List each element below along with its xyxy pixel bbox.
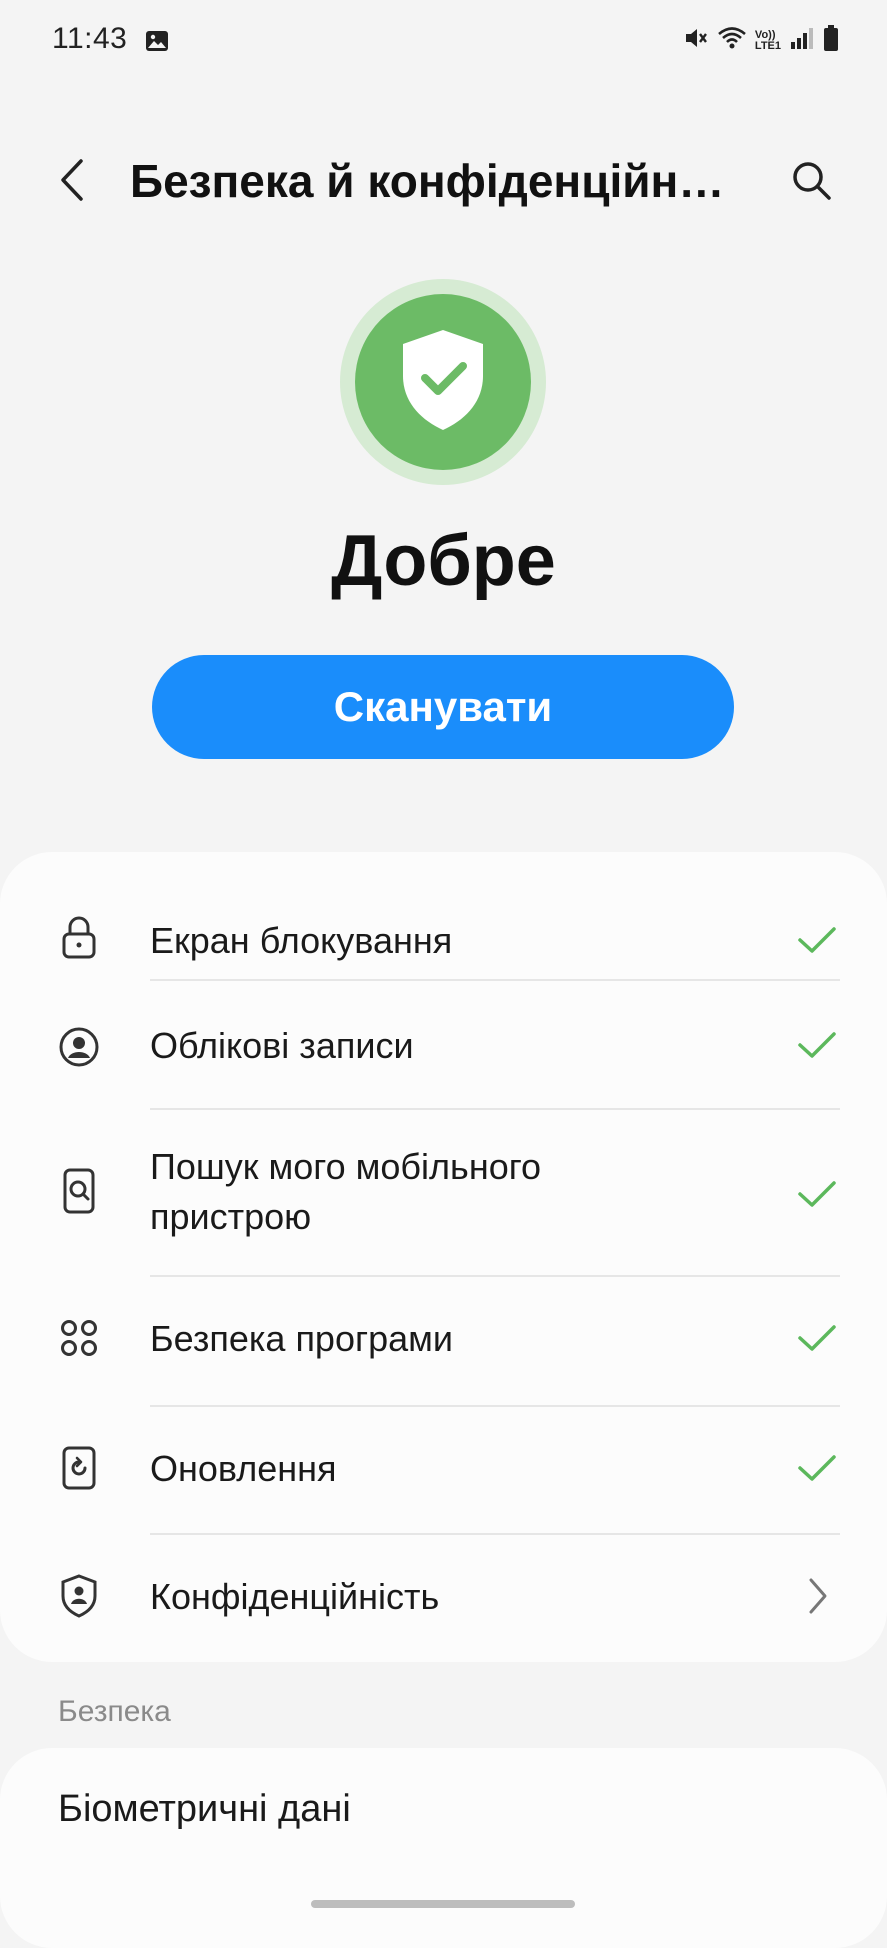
row-label: Оновлення bbox=[150, 1448, 337, 1489]
row-label: Екран блокування bbox=[150, 920, 453, 961]
mute-icon bbox=[683, 25, 709, 56]
privacy-shield-icon bbox=[58, 1574, 100, 1618]
check-icon bbox=[795, 918, 839, 962]
security-status-text: Добре bbox=[331, 521, 556, 601]
shield-check-icon bbox=[397, 326, 489, 439]
page-title: Безпека й конфіденційн… bbox=[130, 155, 725, 207]
status-time: 11:43 bbox=[52, 22, 128, 55]
check-icon bbox=[795, 1316, 839, 1360]
chevron-right-icon bbox=[795, 1574, 839, 1618]
check-icon bbox=[795, 1172, 839, 1216]
battery-icon bbox=[823, 24, 839, 57]
row-label: Безпека програми bbox=[150, 1318, 454, 1359]
header: Безпека й конфіденційн… bbox=[0, 140, 887, 220]
list-item-app-security[interactable]: Безпека програми bbox=[0, 1277, 887, 1405]
security-section-card bbox=[0, 1748, 887, 1948]
list-item-biometrics[interactable]: Біометричні дані bbox=[58, 1788, 351, 1831]
status-bar: 11:43 Vo)) LTE1 bbox=[0, 0, 887, 86]
security-status-circle bbox=[355, 294, 531, 470]
find-device-icon bbox=[58, 1168, 100, 1214]
row-label: Конфіденційність bbox=[150, 1576, 440, 1617]
section-header-security: Безпека bbox=[58, 1695, 171, 1728]
apps-icon bbox=[58, 1317, 100, 1359]
volte-icon: Vo)) LTE1 bbox=[754, 28, 781, 52]
signal-icon bbox=[789, 25, 815, 56]
security-status-badge bbox=[340, 279, 546, 485]
search-icon bbox=[789, 158, 833, 207]
volte-text-top: Vo)) bbox=[754, 28, 776, 41]
volte-text-bottom: LTE1 bbox=[754, 39, 781, 52]
list-item-accounts[interactable]: Облікові записи bbox=[0, 1000, 887, 1108]
lock-icon bbox=[58, 916, 100, 959]
list-item-privacy[interactable]: Конфіденційність bbox=[0, 1535, 887, 1662]
list-item-updates[interactable]: Оновлення bbox=[0, 1407, 887, 1534]
search-button[interactable] bbox=[783, 154, 839, 210]
chevron-left-icon bbox=[57, 158, 87, 207]
update-icon bbox=[58, 1446, 100, 1490]
list-item-lock-screen[interactable]: Екран блокування bbox=[0, 888, 887, 998]
image-icon bbox=[145, 30, 169, 57]
navigation-handle[interactable] bbox=[311, 1900, 575, 1908]
check-icon bbox=[795, 1446, 839, 1490]
list-item-find-my-mobile[interactable]: Пошук мого мобільного пристрою bbox=[0, 1110, 887, 1275]
check-icon bbox=[795, 1023, 839, 1067]
row-label-line1: Пошук мого мобільного bbox=[150, 1146, 542, 1187]
status-icons: Vo)) LTE1 bbox=[683, 24, 839, 57]
row-label: Облікові записи bbox=[150, 1025, 414, 1066]
row-label-line2: пристрою bbox=[150, 1196, 312, 1237]
divider bbox=[150, 979, 840, 981]
account-icon bbox=[58, 1026, 100, 1068]
back-button[interactable] bbox=[50, 154, 94, 210]
wifi-icon bbox=[717, 25, 747, 56]
scan-button[interactable]: Сканувати bbox=[152, 655, 734, 759]
